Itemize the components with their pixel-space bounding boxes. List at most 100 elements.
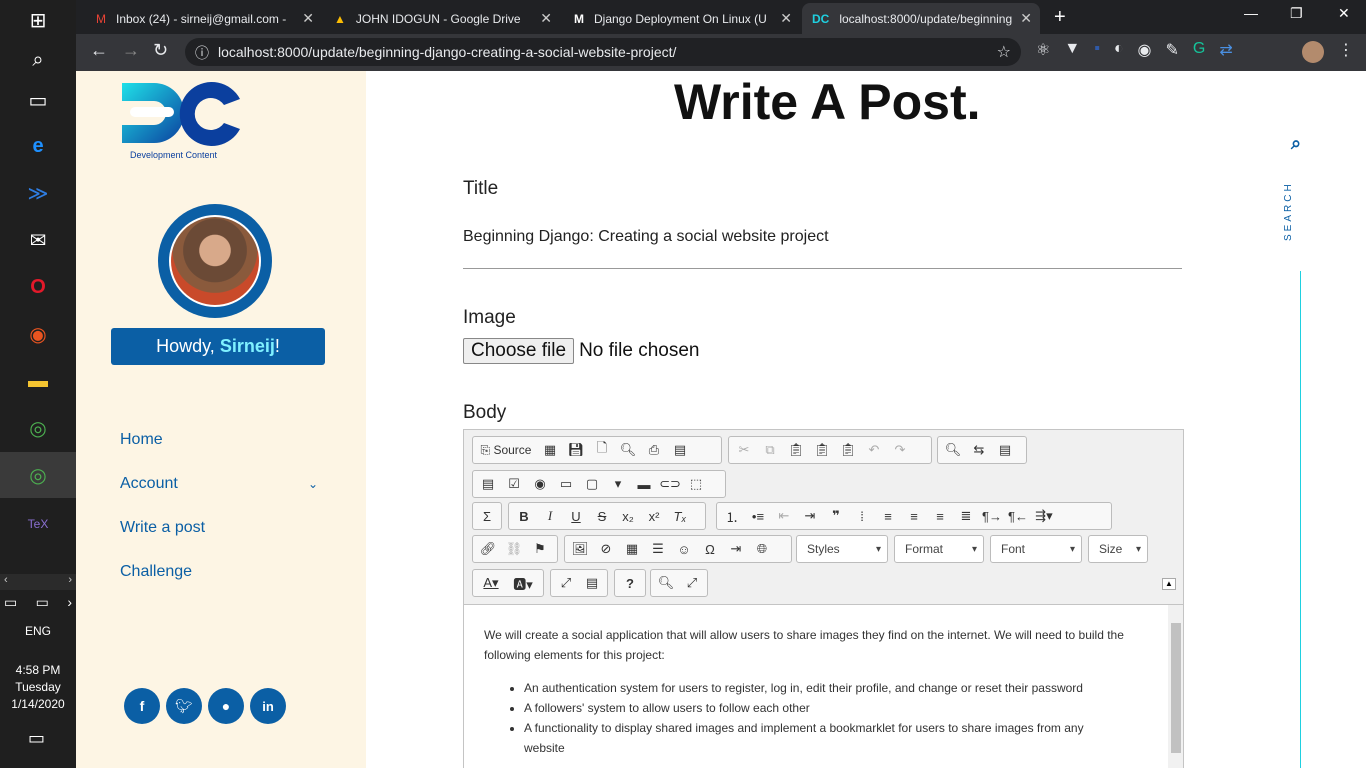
- grammarly-icon[interactable]: G: [1193, 40, 1205, 60]
- chrome-active-icon[interactable]: ◎: [0, 452, 76, 498]
- image-button-icon[interactable]: ⊂⊃: [657, 472, 683, 496]
- window-close-icon[interactable]: ✕: [1338, 5, 1350, 22]
- github-icon[interactable]: ●: [208, 688, 244, 724]
- radio-icon[interactable]: ◉: [527, 472, 553, 496]
- tray-icons[interactable]: ▭ ▭ ›: [4, 594, 72, 611]
- paste-word-icon[interactable]: 📋︎: [835, 438, 861, 462]
- search-icon[interactable]: ⌕: [1291, 133, 1301, 154]
- align-left-icon[interactable]: ≡: [875, 504, 901, 528]
- extension-icon[interactable]: ▪: [1094, 40, 1100, 60]
- editor-scroll-thumb[interactable]: [1171, 623, 1181, 753]
- source-button[interactable]: ⎘ Source: [475, 438, 537, 462]
- format-dropdown[interactable]: Format: [894, 535, 984, 563]
- bookmark-star-icon[interactable]: ☆: [997, 42, 1011, 62]
- bg-color-icon[interactable]: 🅰︎▾: [507, 571, 539, 595]
- react-devtools-icon[interactable]: ⚛: [1036, 40, 1050, 60]
- document-icon[interactable]: ▤: [667, 438, 693, 462]
- tab-localhost[interactable]: DC localhost:8000/update/beginning ✕: [802, 3, 1040, 34]
- link-icon[interactable]: 🔗︎: [475, 537, 501, 561]
- chevron-right-icon[interactable]: ›: [67, 594, 72, 611]
- superscript-icon[interactable]: x²: [641, 504, 667, 528]
- align-center-icon[interactable]: ≡: [901, 504, 927, 528]
- horizontal-rule-icon[interactable]: ☰: [645, 537, 671, 561]
- new-page-icon[interactable]: 🗋︎: [589, 438, 615, 462]
- text-color-icon[interactable]: A▾: [475, 571, 507, 595]
- fullscreen-icon[interactable]: ⤢: [679, 571, 705, 595]
- vue-devtools-icon[interactable]: ▼: [1064, 40, 1080, 60]
- smiley-icon[interactable]: ☺: [671, 537, 697, 561]
- language-indicator[interactable]: ENG: [0, 624, 76, 638]
- close-icon[interactable]: ✕: [540, 10, 552, 27]
- print-icon[interactable]: ⎙: [641, 438, 667, 462]
- tab-medium[interactable]: M Django Deployment On Linux (U ✕: [564, 3, 800, 34]
- minimize-icon[interactable]: —: [1244, 5, 1258, 21]
- sigma-icon[interactable]: Σ: [475, 504, 499, 528]
- opera-icon[interactable]: O: [18, 267, 58, 307]
- notification-icon[interactable]: ▭: [28, 728, 45, 749]
- textfield-icon[interactable]: ▭: [553, 472, 579, 496]
- cut-icon[interactable]: ✂: [731, 438, 757, 462]
- address-bar[interactable]: ⓘ localhost:8000/update/beginning-django…: [185, 38, 1021, 66]
- windows-start-icon[interactable]: ⊞: [18, 0, 58, 40]
- powershell-icon[interactable]: ≫: [18, 173, 58, 213]
- tex-icon[interactable]: TeX: [18, 504, 58, 544]
- tab-gmail[interactable]: M Inbox (24) - sirneij@gmail.com - ✕: [86, 3, 322, 34]
- nav-challenge[interactable]: Challenge: [120, 563, 192, 581]
- nav-home[interactable]: Home: [120, 431, 163, 449]
- battery-icon[interactable]: ▭: [36, 594, 49, 611]
- preview-icon[interactable]: 🔍︎: [615, 438, 641, 462]
- button-icon[interactable]: ▬: [631, 472, 657, 496]
- edge-icon[interactable]: e: [18, 126, 58, 166]
- page-break-icon[interactable]: ⇥: [723, 537, 749, 561]
- info-icon[interactable]: ⓘ: [195, 43, 209, 63]
- close-icon[interactable]: ✕: [302, 10, 314, 27]
- facebook-icon[interactable]: f: [124, 688, 160, 724]
- unlink-icon[interactable]: ⛓: [501, 537, 527, 561]
- templates-icon[interactable]: ▦: [537, 438, 563, 462]
- nav-write-a-post[interactable]: Write a post: [120, 519, 205, 537]
- choose-file-button[interactable]: Choose file: [463, 338, 575, 364]
- align-right-icon[interactable]: ≡: [927, 504, 953, 528]
- replace-icon[interactable]: ⇆: [966, 438, 992, 462]
- site-logo[interactable]: Development Content: [120, 79, 248, 160]
- checkbox-icon[interactable]: ☑: [501, 472, 527, 496]
- subscript-icon[interactable]: x₂: [615, 504, 641, 528]
- restore-icon[interactable]: ❐: [1290, 5, 1303, 22]
- tab-drive[interactable]: ▲ JOHN IDOGUN - Google Drive ✕: [324, 3, 560, 34]
- justify-icon[interactable]: ≣: [953, 504, 979, 528]
- ubuntu-icon[interactable]: ◉: [18, 314, 58, 354]
- file-explorer-icon[interactable]: ▬: [18, 361, 58, 401]
- show-blocks-icon[interactable]: ▤: [579, 571, 605, 595]
- paste-icon[interactable]: 📋︎: [783, 438, 809, 462]
- reload-icon[interactable]: ↻: [153, 40, 168, 61]
- bold-icon[interactable]: B: [511, 504, 537, 528]
- redo-icon[interactable]: ↷: [887, 438, 913, 462]
- underline-icon[interactable]: U: [563, 504, 589, 528]
- language-icon[interactable]: ⇶▾: [1031, 504, 1057, 528]
- ghostery-icon[interactable]: ◉: [1138, 40, 1152, 60]
- new-tab-icon[interactable]: +: [1054, 6, 1066, 29]
- mail-icon[interactable]: ✉: [18, 220, 58, 260]
- about-icon[interactable]: ?: [617, 571, 643, 595]
- collapse-toolbar-icon[interactable]: ▲: [1162, 578, 1176, 590]
- link-extension-icon[interactable]: ⇄: [1219, 40, 1232, 60]
- font-dropdown[interactable]: Font: [990, 535, 1082, 563]
- anchor-icon[interactable]: ⚑: [527, 537, 553, 561]
- task-view-icon[interactable]: ▭: [18, 80, 58, 120]
- copy-icon[interactable]: ⧉: [757, 438, 783, 462]
- twitter-icon[interactable]: 🐦︎: [166, 688, 202, 724]
- back-icon[interactable]: ←: [90, 40, 108, 61]
- editor-scrollbar[interactable]: [1168, 605, 1183, 768]
- rtl-icon[interactable]: ¶←: [1005, 504, 1031, 528]
- save-icon[interactable]: 💾︎: [563, 438, 589, 462]
- iframe-icon[interactable]: 🌐︎: [749, 537, 775, 561]
- undo-icon[interactable]: ↶: [861, 438, 887, 462]
- remove-format-icon[interactable]: Tₓ: [667, 504, 693, 528]
- tray-scroller[interactable]: ‹ ›: [0, 574, 76, 590]
- find-icon[interactable]: 🔍︎: [940, 438, 966, 462]
- select-icon[interactable]: ▾: [605, 472, 631, 496]
- title-input[interactable]: Beginning Django: Creating a social webs…: [463, 216, 1182, 269]
- eyedropper-icon[interactable]: ✎: [1166, 40, 1179, 60]
- indent-icon[interactable]: ⇥: [797, 504, 823, 528]
- preview-code-icon[interactable]: 🔍︎: [653, 571, 679, 595]
